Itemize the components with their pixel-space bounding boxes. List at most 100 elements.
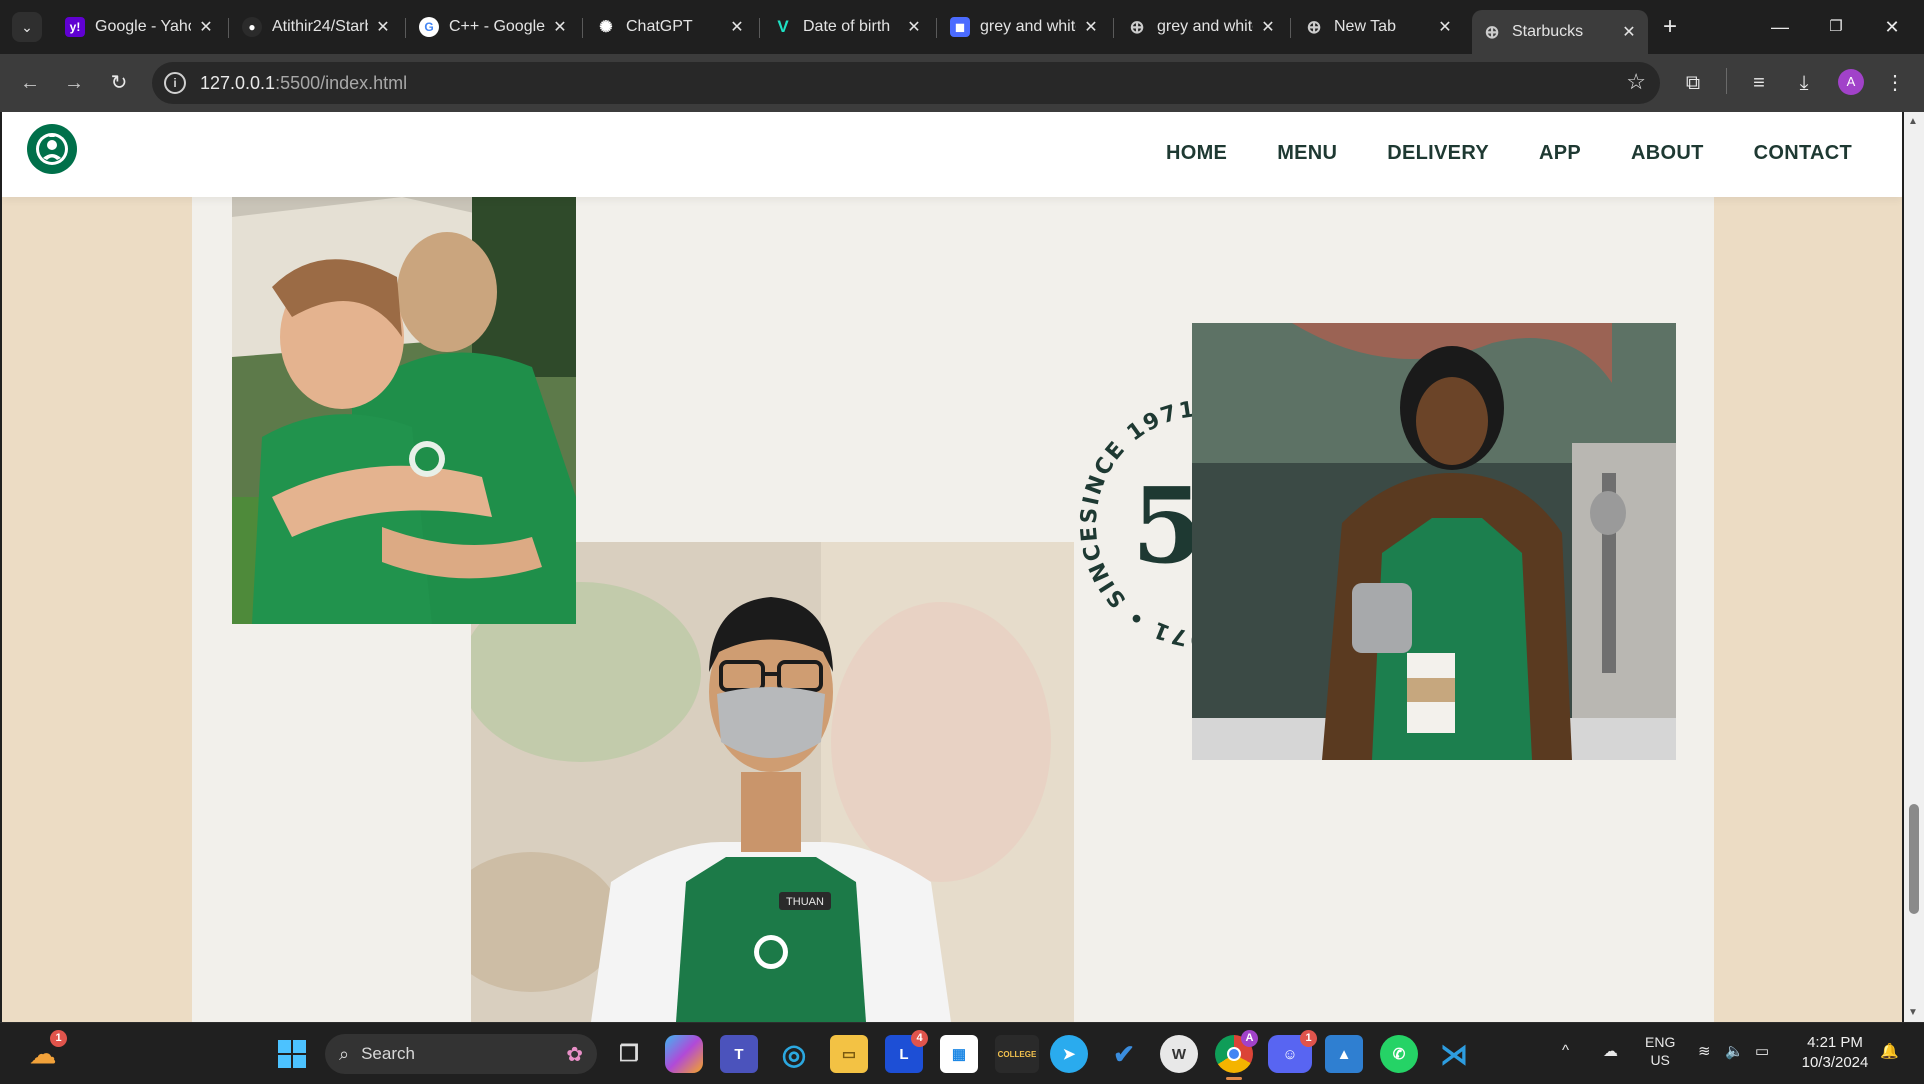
google-icon: G xyxy=(419,17,439,37)
microsoft-store-button[interactable]: ▦ xyxy=(940,1035,978,1073)
tab-search-button[interactable]: ⌄ xyxy=(12,12,42,42)
address-bar[interactable]: i 127.0.0.1:5500/index.html ☆ xyxy=(152,62,1660,104)
new-tab-button[interactable]: + xyxy=(1655,13,1685,43)
start-button[interactable] xyxy=(273,1035,311,1073)
hugging-partners-photo xyxy=(232,197,576,624)
college-app-button[interactable]: COLLEGE xyxy=(995,1035,1039,1073)
wifi-icon[interactable]: ≋ xyxy=(1698,1042,1711,1060)
extensions-icon[interactable]: ⧉ xyxy=(1676,66,1710,100)
region-label: US xyxy=(1650,1052,1670,1068)
close-icon[interactable]: ✕ xyxy=(374,17,392,37)
scrollbar-thumb[interactable] xyxy=(1909,804,1919,914)
url-text[interactable]: 127.0.0.1:5500/index.html xyxy=(200,73,407,94)
todo-button[interactable]: ✔ xyxy=(1105,1035,1143,1073)
tab-title: grey and white xyxy=(980,18,1076,35)
minimize-button[interactable]: — xyxy=(1754,10,1806,44)
tab-date-of-birth[interactable]: V Date of birth ✕ xyxy=(763,8,933,46)
image-search-icon: ◼ xyxy=(950,17,970,37)
lens-app-button[interactable]: L 4 xyxy=(885,1030,928,1073)
nav-home[interactable]: HOME xyxy=(1166,142,1227,165)
telegram-button[interactable]: ➤ xyxy=(1050,1035,1088,1073)
nav-app[interactable]: APP xyxy=(1539,142,1581,165)
close-icon[interactable]: ✕ xyxy=(1259,17,1277,37)
close-icon[interactable]: ✕ xyxy=(905,17,923,37)
close-window-button[interactable]: ✕ xyxy=(1866,10,1918,44)
copilot-button[interactable] xyxy=(665,1035,703,1073)
media-controls-icon[interactable]: ≡ xyxy=(1742,66,1776,100)
active-indicator xyxy=(1226,1077,1242,1080)
close-icon[interactable]: ✕ xyxy=(197,17,215,37)
close-icon[interactable]: ✕ xyxy=(1436,17,1454,37)
tab-title: Date of birth xyxy=(803,18,891,35)
notification-badge: 4 xyxy=(911,1030,928,1047)
screen: ⌄ y! Google - Yahoo ✕ ● Atithir24/Starbu… xyxy=(0,0,1924,1084)
tab-divider xyxy=(936,18,937,38)
profile-avatar[interactable]: A xyxy=(1838,69,1864,95)
language-indicator[interactable]: ENG US xyxy=(1645,1033,1675,1069)
tab-chatgpt[interactable]: ✺ ChatGPT ✕ xyxy=(586,8,756,46)
nav-delivery[interactable]: DELIVERY xyxy=(1387,142,1489,165)
tab-google[interactable]: G C++ - Google ✕ xyxy=(409,8,579,46)
battery-icon[interactable]: ▭ xyxy=(1755,1042,1769,1060)
download-icon[interactable]: ⤓ xyxy=(1787,66,1821,100)
tab-title: Google - Yahoo xyxy=(95,18,191,35)
close-icon[interactable]: ✕ xyxy=(551,17,569,37)
scroll-up-icon[interactable]: ▲ xyxy=(1908,116,1918,127)
page-scrollbar[interactable]: ▲ ▼ xyxy=(1904,112,1924,1022)
notifications-icon[interactable]: 🔔 xyxy=(1880,1042,1899,1060)
starbucks-logo[interactable] xyxy=(27,124,77,174)
edge-icon: ◎ xyxy=(781,1038,807,1070)
edge-button[interactable]: ◎ xyxy=(775,1035,813,1073)
folder-icon: ▭ xyxy=(841,1046,857,1063)
tab-grey-white-2[interactable]: ⊕ grey and white ✕ xyxy=(1117,8,1287,46)
teams-button[interactable]: T xyxy=(720,1035,758,1073)
photos-button[interactable]: ▲ xyxy=(1325,1035,1363,1073)
vscode-button[interactable]: ⋊ xyxy=(1435,1035,1473,1073)
menu-kebab-icon[interactable]: ⋮ xyxy=(1878,66,1912,100)
onedrive-icon[interactable]: ☁ xyxy=(1603,1042,1618,1060)
tab-starbucks[interactable]: ⊕ Starbucks ✕ xyxy=(1472,10,1648,54)
browser-tab-strip: ⌄ y! Google - Yahoo ✕ ● Atithir24/Starbu… xyxy=(0,0,1924,54)
tab-github[interactable]: ● Atithir24/Starbucks ✕ xyxy=(232,8,402,46)
bookmark-star-icon[interactable]: ☆ xyxy=(1626,69,1646,95)
task-view-button[interactable]: ❐ xyxy=(610,1035,648,1073)
checkmark-icon: ✔ xyxy=(1113,1038,1135,1069)
lens-app-icon: L xyxy=(899,1045,909,1063)
tab-divider xyxy=(759,18,760,38)
taskbar-clock[interactable]: 4:21 PM 10/3/2024 xyxy=(1795,1033,1875,1073)
back-button[interactable]: ← xyxy=(13,66,47,100)
tab-title: Starbucks xyxy=(1512,23,1584,40)
nav-about[interactable]: ABOUT xyxy=(1631,142,1704,165)
show-hidden-icons-button[interactable]: ^ xyxy=(1562,1042,1569,1059)
wordpress-icon: W xyxy=(1171,1045,1187,1063)
whatsapp-button[interactable]: ✆ xyxy=(1380,1035,1418,1073)
close-icon[interactable]: ✕ xyxy=(1082,17,1100,37)
reload-icon: ↻ xyxy=(110,72,128,94)
volume-muted-icon[interactable]: 🔈 xyxy=(1725,1042,1744,1060)
scroll-down-icon[interactable]: ▼ xyxy=(1908,1007,1918,1018)
clock-time: 4:21 PM xyxy=(1807,1034,1863,1051)
forward-button[interactable]: → xyxy=(57,66,91,100)
close-icon[interactable]: ✕ xyxy=(728,17,746,37)
wordpress-button[interactable]: W xyxy=(1160,1035,1198,1073)
tab-title: Atithir24/Starbucks xyxy=(272,18,368,35)
tab-new-tab[interactable]: ⊕ New Tab ✕ xyxy=(1294,8,1464,46)
toolbar-divider xyxy=(1726,68,1727,94)
widgets-button[interactable]: ☁ 1 xyxy=(24,1030,67,1073)
nav-contact[interactable]: CONTACT xyxy=(1754,142,1852,165)
file-explorer-button[interactable]: ▭ xyxy=(830,1035,868,1073)
discord-icon: ☺ xyxy=(1282,1045,1298,1063)
vuetify-icon: V xyxy=(777,17,789,36)
tab-grey-white-1[interactable]: ◼ grey and white ✕ xyxy=(940,8,1110,46)
reload-button[interactable]: ↻ xyxy=(102,66,136,100)
site-header: HOME MENU DELIVERY APP ABOUT CONTACT xyxy=(2,112,1902,197)
nav-menu[interactable]: MENU xyxy=(1277,142,1337,165)
discord-button[interactable]: ☺ 1 xyxy=(1268,1030,1317,1073)
chrome-button[interactable]: A xyxy=(1215,1030,1258,1080)
site-info-icon[interactable]: i xyxy=(164,72,186,94)
taskbar-search-box[interactable]: ⌕ Search ✿ xyxy=(325,1034,597,1074)
close-icon[interactable]: ✕ xyxy=(1620,22,1638,42)
tab-yahoo[interactable]: y! Google - Yahoo ✕ xyxy=(55,8,225,46)
yahoo-icon: y! xyxy=(65,17,85,37)
restore-button[interactable]: ❐ xyxy=(1810,10,1862,44)
